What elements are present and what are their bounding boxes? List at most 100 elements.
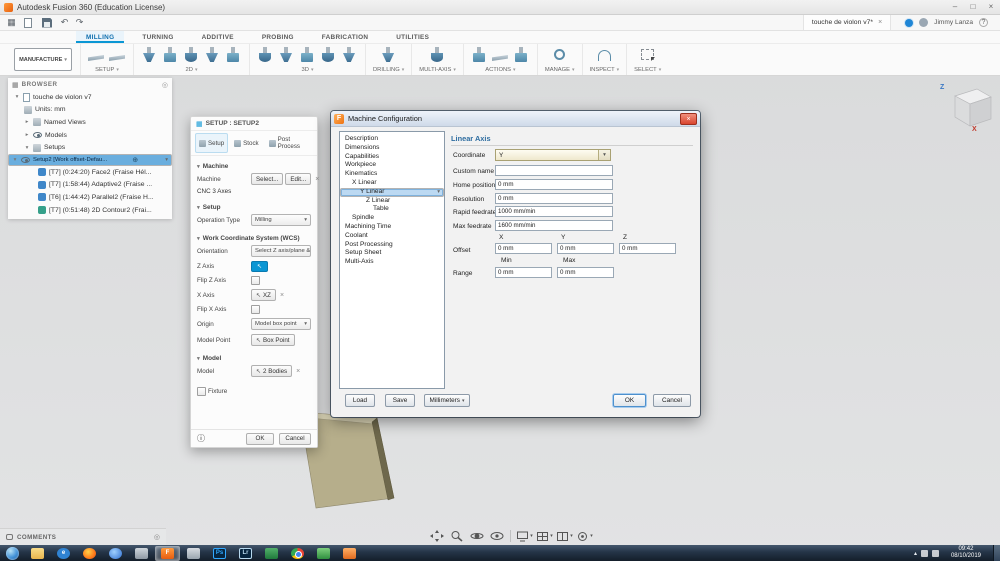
swarf-icon[interactable]: [429, 47, 446, 63]
tree-item-x-linear[interactable]: X Linear: [340, 179, 444, 188]
zoom-icon[interactable]: [448, 529, 465, 543]
browser-row-setups[interactable]: ▾ Setups: [8, 141, 172, 154]
tree-item-dimensions[interactable]: Dimensions: [340, 144, 444, 153]
taskbar-app-fusion-360[interactable]: F: [155, 546, 180, 561]
ribbon-group-2d-label[interactable]: 2D: [186, 67, 198, 73]
contour-icon[interactable]: [341, 47, 358, 63]
offset-y-input[interactable]: [557, 243, 614, 254]
taskbar-app-chrome[interactable]: [285, 546, 310, 561]
dialog-cancel-button[interactable]: Cancel: [653, 394, 691, 407]
expand-icon[interactable]: ▸: [24, 119, 30, 125]
document-tab-close-icon[interactable]: ×: [878, 19, 882, 26]
x-axis-selection-button[interactable]: ↖XZ: [251, 289, 276, 301]
flip-z-checkbox[interactable]: [251, 276, 260, 285]
tab-utilities[interactable]: UTILITIES: [386, 31, 439, 43]
dialog-titlebar[interactable]: F Machine Configuration ×: [331, 111, 700, 127]
tree-item-workpiece[interactable]: Workpiece: [340, 161, 444, 170]
browser-row-operation-contour2[interactable]: [T7] (0:51:48) 2D Contour2 (Frai...: [8, 204, 172, 217]
x-axis-remove-icon[interactable]: ×: [278, 292, 286, 299]
setup-sheet-icon[interactable]: [513, 47, 530, 63]
machine-remove-icon[interactable]: ×: [313, 176, 321, 183]
expand-icon[interactable]: ▸: [24, 132, 30, 138]
browser-row-setup2[interactable]: ▾ Setup2 [Work offset-Defau... ⊕: [8, 154, 172, 166]
browser-row-named-views[interactable]: ▸ Named Views: [8, 116, 172, 129]
range-max-input[interactable]: [557, 267, 614, 278]
ribbon-group-inspect-label[interactable]: INSPECT: [590, 67, 620, 73]
network-icon[interactable]: [921, 550, 928, 557]
ribbon-group-multi-axis-label[interactable]: MULTI-AXIS: [419, 67, 456, 73]
look-at-icon[interactable]: [488, 529, 505, 543]
save-icon[interactable]: [42, 18, 52, 28]
custom-name-input[interactable]: [495, 165, 613, 176]
tree-item-capabilities[interactable]: Capabilities: [340, 153, 444, 162]
file-icon[interactable]: [24, 18, 32, 28]
browser-row-document[interactable]: ▾ touche de violon v7: [8, 91, 172, 104]
wcs-section-header[interactable]: ▾Work Coordinate System (WCS): [191, 233, 317, 243]
model-section-header[interactable]: ▾Model: [191, 353, 317, 363]
grid-settings-icon[interactable]: [536, 529, 553, 543]
workspace-selector-button[interactable]: MANUFACTURE: [14, 48, 72, 71]
machine-select-button[interactable]: Select...: [251, 173, 283, 185]
tree-item-kinematics[interactable]: Kinematics: [340, 170, 444, 179]
tab-post-process[interactable]: Post Process: [265, 133, 313, 153]
2d-adaptive-icon[interactable]: [162, 47, 179, 63]
tree-item-y-linear[interactable]: Y Linear: [340, 188, 444, 197]
expand-icon[interactable]: ▾: [24, 145, 30, 151]
ribbon-group-setup-label[interactable]: SETUP: [95, 67, 119, 73]
taskbar-app-lightroom[interactable]: Lr: [233, 546, 258, 561]
save-button[interactable]: Save: [385, 394, 415, 407]
tab-milling[interactable]: MILLING: [76, 31, 124, 43]
tree-item-description[interactable]: Description: [340, 135, 444, 144]
minimize-button[interactable]: –: [946, 0, 964, 14]
tab-setup[interactable]: Setup: [195, 133, 228, 153]
origin-select[interactable]: Model box point: [251, 318, 311, 330]
display-settings-icon[interactable]: [516, 529, 533, 543]
tray-expand-icon[interactable]: ▴: [914, 550, 917, 557]
maximize-button[interactable]: □: [964, 0, 982, 14]
tree-item-post-processing[interactable]: Post Processing: [340, 241, 444, 250]
setup-section-header[interactable]: ▾Setup: [191, 202, 317, 212]
setup-ok-button[interactable]: OK: [246, 433, 274, 445]
z-axis-selection-button[interactable]: ↖: [251, 261, 268, 272]
visibility-eye-icon[interactable]: [33, 132, 42, 138]
3d-pocket-icon[interactable]: [278, 47, 295, 63]
orientation-select[interactable]: Select Z axis/plane & ...: [251, 245, 311, 257]
browser-row-operation-face2[interactable]: [T7] (0:24:20) Face2 (Fraise Hél...: [8, 166, 172, 179]
setup-cancel-button[interactable]: Cancel: [279, 433, 311, 445]
app-menu-icon[interactable]: ▦: [4, 15, 19, 30]
taskbar-app-image-viewer[interactable]: [337, 546, 362, 561]
add-operation-icon[interactable]: ⊕: [132, 156, 138, 164]
close-button[interactable]: ×: [982, 0, 1000, 14]
new-setup-icon[interactable]: [88, 47, 105, 63]
measure-icon[interactable]: [598, 50, 611, 61]
tab-stock[interactable]: Stock: [230, 133, 262, 153]
ribbon-group-drilling-label[interactable]: DRILLING: [373, 67, 404, 73]
taskbar-app-explorer[interactable]: [25, 546, 50, 561]
browser-collapse-icon[interactable]: ◎: [162, 81, 168, 89]
tree-item-machining-time[interactable]: Machining Time: [340, 223, 444, 232]
view-cube[interactable]: [945, 84, 997, 130]
machine-edit-button[interactable]: Edit...: [285, 173, 311, 185]
tree-item-coolant[interactable]: Coolant: [340, 232, 444, 241]
operation-type-select[interactable]: Milling: [251, 214, 311, 226]
2d-pocket-icon[interactable]: [183, 47, 200, 63]
browser-row-units[interactable]: Units: mm: [8, 104, 172, 117]
home-position-input[interactable]: [495, 179, 613, 190]
new-folder-icon[interactable]: [109, 47, 126, 63]
select-icon[interactable]: [641, 49, 654, 60]
ribbon-group-3d-label[interactable]: 3D: [302, 67, 314, 73]
taskbar-app-firefox[interactable]: [77, 546, 102, 561]
tree-item-spindle[interactable]: Spindle: [340, 214, 444, 223]
help-icon[interactable]: ?: [979, 18, 988, 27]
user-name[interactable]: Jimmy Lanza: [934, 19, 973, 26]
ribbon-group-manage-label[interactable]: MANAGE: [545, 67, 575, 73]
tree-item-z-linear[interactable]: Z Linear: [340, 197, 444, 206]
taskbar-app-photoshop[interactable]: Ps: [207, 546, 232, 561]
taskbar-app-spreadsheet[interactable]: [259, 546, 284, 561]
user-avatar[interactable]: [919, 18, 928, 27]
tree-item-setup-sheet[interactable]: Setup Sheet: [340, 249, 444, 258]
tab-fabrication[interactable]: FABRICATION: [312, 31, 379, 43]
model-selection-button[interactable]: ↖2 Bodies: [251, 365, 292, 377]
3d-adaptive-icon[interactable]: [257, 47, 274, 63]
info-icon[interactable]: ⓘ: [197, 433, 205, 444]
